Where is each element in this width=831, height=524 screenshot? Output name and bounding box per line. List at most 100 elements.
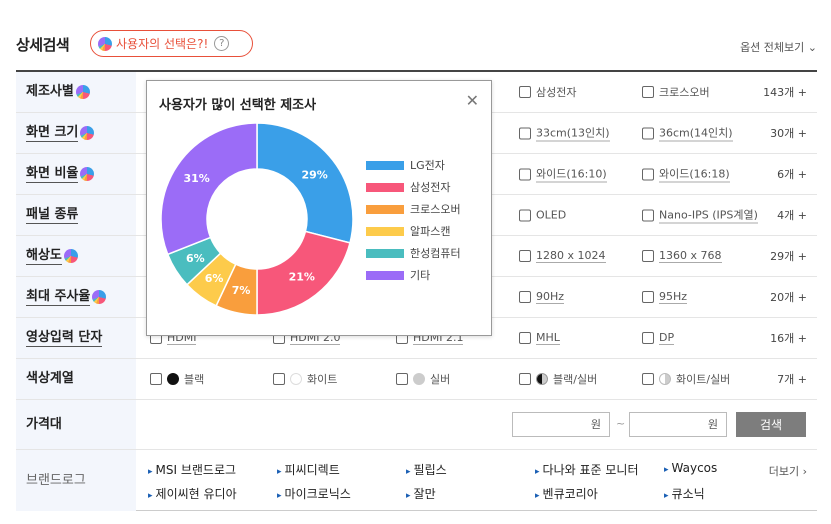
price-separator: ~ [616, 417, 626, 430]
page-title: 상세검색 [16, 36, 70, 54]
price-max-input[interactable]: 원 [629, 412, 727, 437]
options-view-all-link[interactable]: 옵션 전체보기 ⌄ [740, 39, 817, 55]
legend-swatch [366, 226, 404, 236]
legend-label: LG전자 [410, 159, 445, 172]
filter-option[interactable]: 크로스오버 [642, 84, 710, 100]
checkbox[interactable] [642, 291, 654, 303]
legend-item: 한성컴퓨터 [366, 242, 461, 264]
checkbox[interactable] [519, 86, 531, 98]
filter-option[interactable]: 블랙/실버 [519, 371, 597, 387]
slice-value-label: 21% [289, 271, 315, 284]
filter-label[interactable]: 최대 주사율 [26, 289, 91, 306]
checkbox[interactable] [273, 373, 285, 385]
filter-option[interactable]: MHL [519, 331, 560, 345]
filter-label[interactable]: 제조사별 [26, 84, 74, 100]
checkbox[interactable] [642, 86, 654, 98]
pie-chart-icon [98, 36, 112, 51]
checkbox[interactable] [642, 332, 654, 344]
price-min-input[interactable]: 원 [512, 412, 610, 437]
pie-chart-icon[interactable] [92, 290, 107, 304]
option-count-more[interactable]: 6개 + [777, 166, 807, 182]
checkbox[interactable] [519, 168, 531, 180]
donut-slice-0[interactable] [256, 122, 354, 244]
legend-label: 알파스캔 [410, 225, 451, 238]
pie-chart-icon[interactable] [63, 249, 78, 263]
brand-log-link[interactable]: 피씨디렉트 [277, 461, 340, 478]
checkbox[interactable] [519, 373, 531, 385]
slice-value-label: 6% [205, 272, 224, 285]
brand-log-link[interactable]: 제이씨현 유디아 [148, 485, 237, 502]
filter-option[interactable]: 화이트/실버 [642, 371, 730, 387]
filter-option[interactable]: 1280 x 1024 [519, 249, 606, 263]
option-count-more[interactable]: 16개 + [770, 330, 807, 346]
checkbox[interactable] [519, 291, 531, 303]
chart-legend: LG전자삼성전자 크로스오버알파스캔한성컴퓨터기타 [366, 154, 461, 286]
filter-option[interactable]: 95Hz [642, 290, 688, 304]
filter-option[interactable]: 화이트 [273, 371, 337, 387]
checkbox[interactable] [519, 209, 531, 221]
brand-log-link[interactable]: 필립스 [406, 461, 447, 478]
pie-chart-icon[interactable] [80, 126, 95, 140]
filter-option[interactable]: 실버 [396, 371, 450, 387]
filter-label[interactable]: 화면 비율 [26, 166, 79, 183]
brand-log-link[interactable]: 다나와 표준 모니터 [535, 461, 639, 478]
legend-label: 한성컴퓨터 [410, 247, 461, 260]
checkbox[interactable] [642, 373, 654, 385]
filter-label[interactable]: 패널 종류 [26, 207, 79, 224]
option-count-more[interactable]: 30개 + [770, 125, 807, 141]
filter-option[interactable]: 90Hz [519, 290, 565, 304]
brand-log-link[interactable]: Waycos [664, 461, 718, 475]
legend-item: LG전자 [366, 154, 461, 176]
option-count-more[interactable]: 4개 + [777, 207, 807, 223]
checkbox[interactable] [150, 373, 162, 385]
checkbox[interactable] [642, 250, 654, 262]
option-count-more[interactable]: 143개 + [763, 84, 807, 100]
donut-slice-5[interactable] [160, 122, 258, 256]
brand-log-link[interactable]: MSI 브랜드로그 [148, 461, 237, 478]
filter-option[interactable]: 와이드(16:18) [642, 166, 730, 183]
brand-log-link[interactable]: 벤큐코리아 [535, 485, 598, 502]
checkbox[interactable] [642, 209, 654, 221]
filter-option[interactable]: 1360 x 768 [642, 249, 722, 263]
checkbox[interactable] [519, 250, 531, 262]
legend-item: 삼성전자 [366, 176, 461, 198]
filter-option[interactable]: Nano-IPS (IPS계열) [642, 207, 758, 224]
legend-swatch [366, 160, 404, 170]
user-pick-label: 사용자의 선택은?! [116, 37, 209, 51]
option-count-more[interactable]: 29개 + [770, 248, 807, 264]
pie-chart-icon[interactable] [80, 167, 95, 181]
filter-label[interactable]: 해상도 [26, 248, 62, 265]
filter-option[interactable]: 블랙 [150, 371, 204, 387]
legend-item: 알파스캔 [366, 220, 461, 242]
help-icon[interactable]: ? [214, 36, 230, 51]
checkbox[interactable] [396, 373, 408, 385]
filter-option[interactable]: 36cm(14인치) [642, 125, 733, 142]
filter-option[interactable]: 33cm(13인치) [519, 125, 610, 142]
filter-label[interactable]: 영상입력 단자 [26, 330, 103, 347]
filter-option[interactable]: 와이드(16:10) [519, 166, 607, 183]
option-count-more[interactable]: 20개 + [770, 289, 807, 305]
color-swatch-silver [413, 373, 425, 385]
filter-option[interactable]: 삼성전자 [519, 84, 576, 100]
brand-log-more-link[interactable]: 더보기 › [769, 463, 807, 479]
legend-item: 크로스오버 [366, 198, 461, 220]
close-icon[interactable]: ✕ [466, 91, 479, 110]
pie-chart-icon[interactable] [75, 85, 90, 99]
brand-log-link[interactable]: 큐소닉 [664, 485, 705, 502]
user-pick-button[interactable]: 사용자의 선택은?! ? [90, 30, 253, 57]
brand-log-link[interactable]: 마이크로닉스 [277, 485, 351, 502]
filter-row-color: 색상계열 블랙 화이트 실버 블랙/실버 화이트/실버 7개 + [16, 359, 817, 400]
filter-label: 가격대 [26, 416, 62, 432]
color-swatch-black-silver [536, 373, 548, 385]
brand-log-link[interactable]: 잘만 [406, 485, 436, 502]
filter-option[interactable]: OLED [519, 209, 566, 222]
checkbox[interactable] [642, 168, 654, 180]
filter-option[interactable]: DP [642, 331, 675, 345]
price-search-button[interactable]: 검색 [736, 412, 806, 437]
option-count-more[interactable]: 7개 + [777, 371, 807, 387]
legend-label: 기타 [410, 269, 431, 282]
checkbox[interactable] [642, 127, 654, 139]
checkbox[interactable] [519, 127, 531, 139]
filter-label[interactable]: 화면 크기 [26, 125, 79, 142]
checkbox[interactable] [519, 332, 531, 344]
